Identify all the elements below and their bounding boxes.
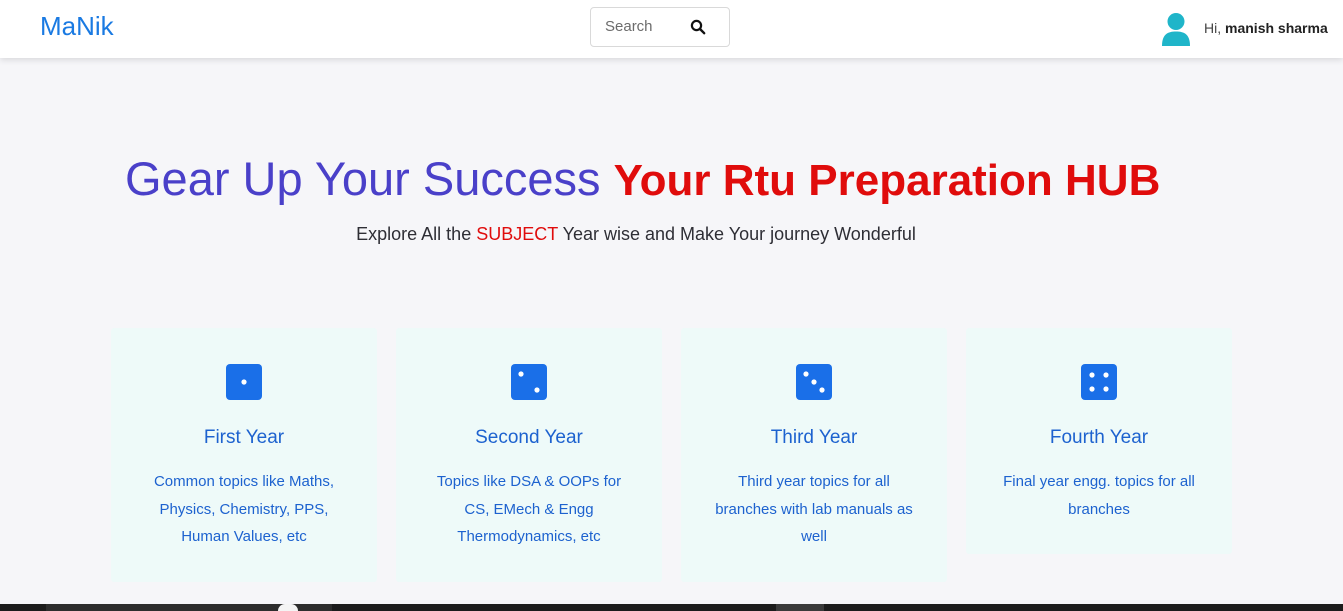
card-title: Second Year	[475, 427, 583, 448]
user-greeting: Hi, manish sharma	[1204, 20, 1328, 36]
card-second-year[interactable]: Second Year Topics like DSA & OOPs for C…	[396, 328, 662, 582]
strip-handle	[278, 604, 298, 611]
user-name: manish sharma	[1225, 20, 1328, 36]
search-input[interactable]	[605, 18, 685, 35]
dice-one-icon	[226, 364, 262, 400]
strip-segment	[776, 604, 824, 611]
card-title: Fourth Year	[1049, 427, 1149, 448]
hero-subtitle: Explore All the SUBJECT Year wise and Ma…	[0, 224, 1272, 245]
dice-three-icon	[796, 364, 832, 400]
hero-title: Gear Up Your Success Your Rtu Preparatio…	[125, 150, 1160, 210]
card-fourth-year[interactable]: Fourth Year Final year engg. topics for …	[966, 328, 1232, 554]
card-first-year[interactable]: First Year Common topics like Maths, Phy…	[111, 328, 377, 582]
brand-logo[interactable]: MaNik	[40, 11, 114, 42]
navbar: MaNik Hi, manish sharma	[0, 0, 1343, 58]
card-description: Final year engg. topics for all branches	[1003, 473, 1195, 518]
subtitle-after: Year wise and Make Your journey Wonderfu…	[562, 224, 916, 244]
card-description: Third year topics for all branches with …	[715, 473, 913, 545]
card-title: Third Year	[770, 427, 858, 448]
dice-four-icon	[1081, 364, 1117, 400]
dice-two-icon	[511, 364, 547, 400]
subtitle-before: Explore All the	[356, 224, 472, 244]
subtitle-highlight: SUBJECT	[476, 224, 558, 244]
card-title: First Year	[203, 427, 285, 448]
search-icon[interactable]	[690, 19, 706, 35]
hero-title-part1: Gear Up Your Success	[125, 152, 601, 205]
card-description: Topics like DSA & OOPs for CS, EMech & E…	[436, 473, 622, 545]
search-box[interactable]	[590, 7, 730, 47]
card-third-year[interactable]: Third Year Third year topics for all bra…	[681, 328, 947, 582]
hero-title-part2: Your Rtu Preparation HUB	[613, 156, 1161, 205]
user-avatar-icon[interactable]	[1160, 12, 1192, 46]
card-description: Common topics like Maths, Physics, Chemi…	[153, 473, 335, 545]
bottom-strip	[0, 604, 1343, 611]
greeting-text: Hi,	[1204, 20, 1222, 36]
